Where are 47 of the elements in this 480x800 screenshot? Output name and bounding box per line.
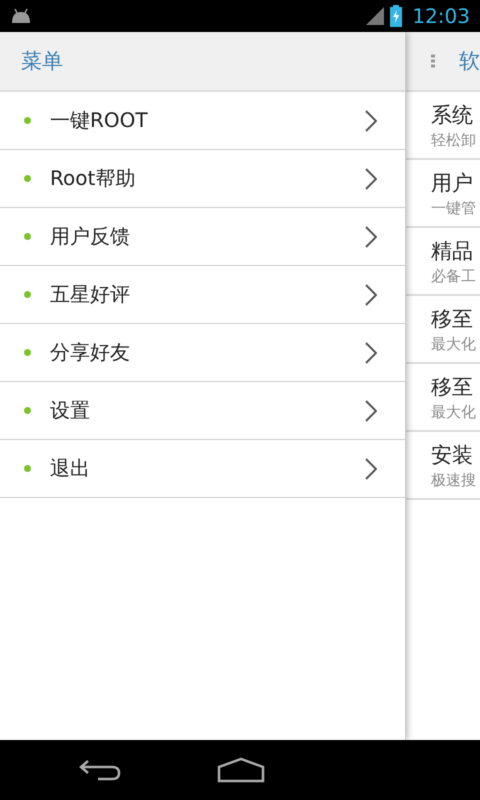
bullet-icon xyxy=(24,291,31,298)
menu-item[interactable]: Root帮助 xyxy=(0,150,405,208)
item-subtitle: 最大化 xyxy=(431,334,477,355)
chevron-icon xyxy=(365,342,377,364)
bullet-icon xyxy=(24,117,31,124)
bullet-icon xyxy=(24,175,31,182)
list-item[interactable]: 移至 最大化 xyxy=(406,296,480,364)
item-subtitle: 必备工 xyxy=(431,266,477,287)
item-subtitle: 最大化 xyxy=(431,402,477,423)
bullet-icon xyxy=(24,407,31,414)
list-item[interactable]: 安装 极速搜 xyxy=(406,432,480,500)
chevron-icon xyxy=(365,284,377,306)
list-item[interactable]: 精品 必备工 xyxy=(406,228,480,296)
item-title: 系统 xyxy=(431,102,474,129)
bullet-icon xyxy=(24,233,31,240)
chevron-icon xyxy=(365,168,377,190)
home-icon[interactable] xyxy=(217,757,265,783)
menu-item[interactable]: 设置 xyxy=(0,382,405,440)
android-icon xyxy=(10,8,32,24)
chevron-icon xyxy=(365,226,377,248)
item-subtitle: 极速搜 xyxy=(431,470,477,491)
item-title: 用户 xyxy=(431,170,474,197)
chevron-icon xyxy=(365,110,377,132)
menu-item[interactable]: 分享好友 xyxy=(0,324,405,382)
chevron-icon xyxy=(365,400,377,422)
list-item[interactable]: 用户 一键管 xyxy=(406,160,480,228)
menu-item[interactable]: 五星好评 xyxy=(0,266,405,324)
item-title: 移至 xyxy=(431,374,474,401)
page-title: 软 xyxy=(459,48,480,75)
clock-time: 12:03 xyxy=(412,4,470,28)
bullet-icon xyxy=(24,465,31,472)
item-title: 精品 xyxy=(431,238,474,265)
menu-item[interactable]: 用户反馈 xyxy=(0,208,405,266)
item-subtitle: 轻松卸 xyxy=(431,130,477,151)
back-icon[interactable] xyxy=(78,758,122,782)
list-item[interactable]: 系统 轻松卸 xyxy=(406,92,480,160)
list-item[interactable]: 移至 最大化 xyxy=(406,364,480,432)
bullet-icon xyxy=(24,349,31,356)
item-title: 安装 xyxy=(431,442,474,469)
item-title: 移至 xyxy=(431,306,474,333)
item-subtitle: 一键管 xyxy=(431,198,477,219)
menu-title: 菜单 xyxy=(21,48,63,75)
battery-icon xyxy=(390,5,402,27)
menu-item[interactable]: 一键ROOT xyxy=(0,92,405,150)
chevron-icon xyxy=(365,458,377,480)
menu-item[interactable]: 退出 xyxy=(0,440,405,498)
signal-icon xyxy=(366,7,384,25)
